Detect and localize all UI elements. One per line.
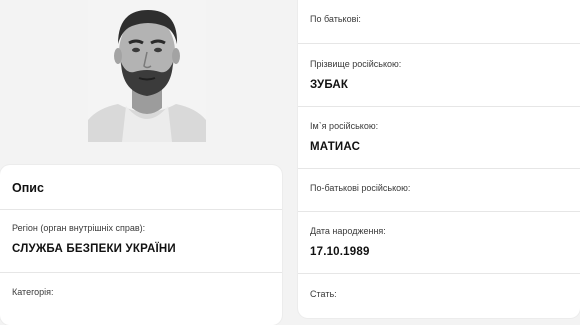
region-field: Регіон (орган внутрішніх справ): СЛУЖБА … — [12, 223, 270, 256]
category-label: Категорія: — [12, 287, 54, 297]
patronymic-label: По батькові: — [310, 14, 361, 24]
surname-ru-label: Прізвище російською: — [310, 59, 402, 69]
description-card: Опис Регіон (орган внутрішніх справ): СЛ… — [0, 165, 282, 325]
patronymic-ru-label: По-батькові російською: — [310, 183, 411, 193]
sex-field: Стать: — [310, 289, 568, 300]
surname-ru-field: Прізвище російською: ЗУБАК — [310, 59, 568, 92]
divider — [298, 43, 580, 44]
region-value: СЛУЖБА БЕЗПЕКИ УКРАЇНИ — [12, 243, 176, 255]
portrait-photo-icon — [88, 0, 206, 142]
birth-date-label: Дата народження: — [310, 226, 386, 236]
divider — [298, 211, 580, 212]
patronymic-ru-field: По-батькові російською: — [310, 183, 568, 194]
divider — [298, 106, 580, 107]
divider — [0, 272, 282, 273]
left-column: Опис Регіон (орган внутрішніх справ): СЛ… — [0, 0, 282, 325]
divider — [298, 273, 580, 274]
sex-label: Стать: — [310, 289, 337, 299]
person-photo — [88, 0, 206, 142]
divider — [0, 209, 282, 210]
name-ru-label: Ім`я російською: — [310, 121, 379, 131]
birth-date-field: Дата народження: 17.10.1989 — [310, 226, 568, 259]
description-card-title: Опис — [12, 181, 44, 195]
region-label: Регіон (орган внутрішніх справ): — [12, 223, 146, 233]
details-card: По батькові: Прізвище російською: ЗУБАК … — [298, 0, 580, 318]
name-ru-field: Ім`я російською: МАТИАС — [310, 121, 568, 154]
name-ru-value: МАТИАС — [310, 141, 361, 153]
surname-ru-value: ЗУБАК — [310, 79, 349, 91]
patronymic-field: По батькові: — [310, 14, 568, 25]
category-field: Категорія: — [12, 287, 270, 298]
birth-date-value: 17.10.1989 — [310, 246, 370, 258]
divider — [298, 168, 580, 169]
